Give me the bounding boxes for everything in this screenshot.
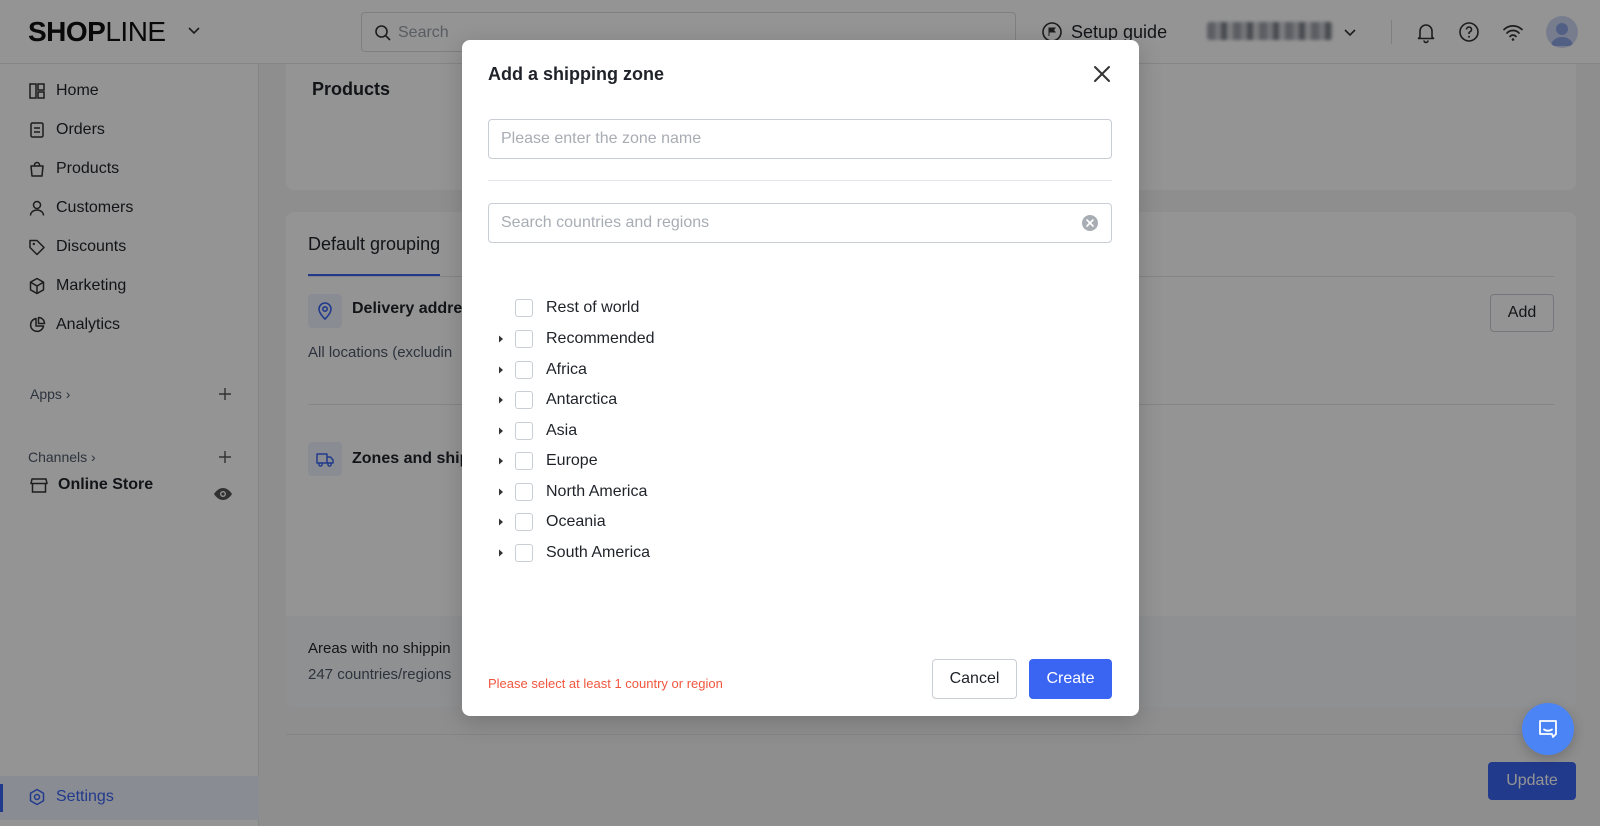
validation-error: Please select at least 1 country or regi… — [488, 676, 723, 691]
caret-right-icon[interactable] — [496, 426, 506, 436]
region-label: Rest of world — [546, 299, 640, 316]
clear-icon[interactable] — [1081, 214, 1099, 232]
region-search-input[interactable] — [488, 203, 1112, 243]
region-label: Europe — [546, 452, 598, 469]
region-label: Antarctica — [546, 391, 618, 408]
region-checkbox[interactable] — [515, 513, 533, 531]
region-asia[interactable]: Asia — [488, 419, 888, 443]
region-checkbox[interactable] — [515, 299, 533, 317]
create-button[interactable]: Create — [1029, 659, 1112, 699]
region-oceania[interactable]: Oceania — [488, 510, 888, 534]
caret-right-icon[interactable] — [496, 365, 506, 375]
region-label: Africa — [546, 361, 587, 378]
caret-right-icon[interactable] — [496, 395, 506, 405]
region-label: Recommended — [546, 330, 655, 347]
add-shipping-zone-dialog: Add a shipping zone Rest of world Recomm… — [462, 40, 1139, 716]
cancel-button[interactable]: Cancel — [932, 659, 1017, 699]
chat-icon — [1539, 720, 1557, 738]
region-africa[interactable]: Africa — [488, 358, 888, 382]
region-label: Asia — [546, 422, 578, 439]
caret-right-icon[interactable] — [496, 548, 506, 558]
zone-name-input[interactable] — [488, 119, 1112, 159]
divider — [488, 180, 1112, 181]
region-label: Oceania — [546, 513, 606, 530]
region-checkbox[interactable] — [515, 391, 533, 409]
dialog-title: Add a shipping zone — [488, 64, 664, 84]
region-checkbox[interactable] — [515, 361, 533, 379]
region-south-america[interactable]: South America — [488, 541, 888, 565]
region-north-america[interactable]: North America — [488, 480, 888, 504]
region-antarctica[interactable]: Antarctica — [488, 388, 888, 412]
region-checkbox[interactable] — [515, 422, 533, 440]
caret-right-icon[interactable] — [496, 517, 506, 527]
region-checkbox[interactable] — [515, 452, 533, 470]
caret-right-icon[interactable] — [496, 334, 506, 344]
region-rest-of-world[interactable]: Rest of world — [488, 296, 888, 320]
region-label: North America — [546, 483, 648, 500]
close-icon[interactable] — [1090, 62, 1114, 86]
region-label: South America — [546, 544, 651, 561]
caret-right-icon[interactable] — [496, 487, 506, 497]
region-recommended[interactable]: Recommended — [488, 327, 888, 351]
region-checkbox[interactable] — [515, 544, 533, 562]
region-checkbox[interactable] — [515, 483, 533, 501]
chat-support-button[interactable] — [1522, 703, 1574, 755]
region-europe[interactable]: Europe — [488, 449, 888, 473]
region-checkbox[interactable] — [515, 330, 533, 348]
caret-right-icon[interactable] — [496, 456, 506, 466]
